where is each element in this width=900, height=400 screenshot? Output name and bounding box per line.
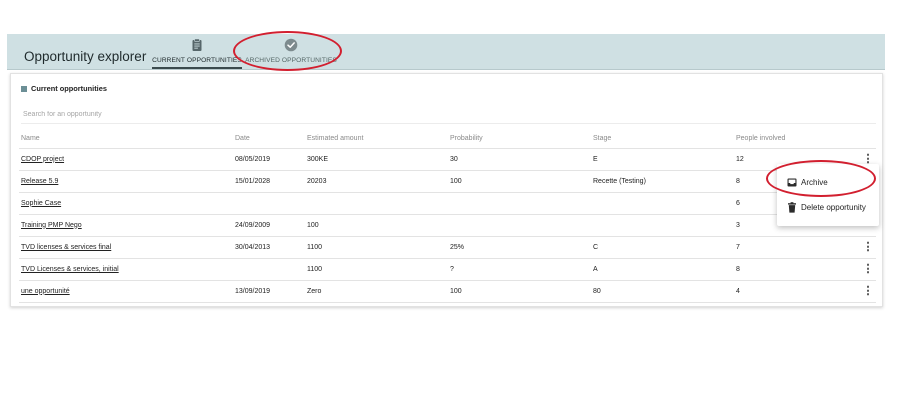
cell-amount: 100 — [305, 214, 448, 237]
cell-amount: 1100 — [305, 236, 448, 259]
menu-item-delete-label: Delete opportunity — [801, 203, 866, 212]
tab-archived-opportunities[interactable]: ARCHIVED OPPORTUNITIES — [244, 38, 338, 69]
cell-probability: 100 — [448, 170, 591, 193]
opportunity-link[interactable]: CDOP project — [21, 156, 64, 163]
trash-icon — [788, 202, 796, 213]
column-header-date[interactable]: Date — [233, 130, 305, 149]
opportunity-link[interactable]: TVD Licenses & services, initial — [21, 266, 119, 273]
cell-amount: Zero — [305, 280, 448, 303]
table-row: TVD Licenses & services, initial 1100 ? … — [19, 258, 876, 281]
context-menu: Archive Delete opportunity — [777, 164, 879, 226]
menu-item-archive-label: Archive — [801, 178, 828, 187]
archive-icon — [787, 178, 797, 187]
cell-amount: 1100 — [305, 258, 448, 281]
table-row: TVD licenses & services final 30/04/2013… — [19, 236, 876, 259]
clipboard-icon — [192, 38, 202, 51]
cell-probability: 30 — [448, 148, 591, 171]
cell-date: 13/09/2019 — [233, 280, 305, 303]
column-header-amount[interactable]: Estimated amount — [305, 130, 448, 149]
table-row: CDOP project 08/05/2019 300KE 30 E 12 ⋮ — [19, 148, 876, 171]
column-header-probability[interactable]: Probability — [448, 130, 591, 149]
column-header-people[interactable]: People involved — [734, 130, 858, 149]
cell-date: 15/01/2028 — [233, 170, 305, 193]
check-circle-icon — [284, 38, 298, 52]
column-header-stage[interactable]: Stage — [591, 130, 734, 149]
opportunity-link[interactable]: Sophie Case — [21, 200, 61, 207]
card-heading: Current opportunities — [21, 84, 107, 93]
opportunity-link[interactable]: TVD licenses & services final — [21, 244, 111, 251]
cell-stage — [591, 192, 734, 215]
card-heading-label: Current opportunities — [31, 84, 107, 93]
cell-probability — [448, 192, 591, 215]
column-header-actions — [858, 130, 876, 149]
cell-probability: 100 — [448, 280, 591, 303]
table-header-row: Name Date Estimated amount Probability S… — [19, 130, 876, 149]
cell-probability: ? — [448, 258, 591, 281]
table-row: Release 5.9 15/01/2028 20203 100 Recette… — [19, 170, 876, 193]
cell-amount: 300KE — [305, 148, 448, 171]
cell-people: 7 — [734, 236, 858, 259]
opportunities-table: Name Date Estimated amount Probability S… — [19, 130, 876, 303]
menu-item-delete-opportunity[interactable]: Delete opportunity — [777, 197, 879, 219]
cell-date — [233, 192, 305, 215]
opportunity-link[interactable]: Training PMP Nego — [21, 222, 82, 229]
square-icon — [21, 85, 27, 92]
opportunities-card: Current opportunities Name Date Estimate… — [10, 73, 883, 307]
tab-current-label: CURRENT OPPORTUNITIES — [152, 57, 242, 64]
page-title: Opportunity explorer — [24, 49, 147, 64]
table-row: une opportunité 13/09/2019 Zero 100 80 4… — [19, 280, 876, 303]
cell-stage: 80 — [591, 280, 734, 303]
cell-probability — [448, 214, 591, 237]
menu-item-archive[interactable]: Archive — [777, 172, 879, 194]
cell-stage — [591, 214, 734, 237]
more-options-icon[interactable]: ⋮ — [858, 258, 876, 281]
cell-date: 30/04/2013 — [233, 236, 305, 259]
cell-date: 24/09/2009 — [233, 214, 305, 237]
cell-people: 4 — [734, 280, 858, 303]
column-header-name[interactable]: Name — [19, 130, 233, 149]
more-options-icon[interactable]: ⋮ — [858, 280, 876, 303]
more-options-icon[interactable]: ⋮ — [858, 236, 876, 259]
cell-amount — [305, 192, 448, 215]
tab-archived-label: ARCHIVED OPPORTUNITIES — [245, 57, 337, 64]
tab-current-opportunities[interactable]: CURRENT OPPORTUNITIES — [152, 38, 242, 69]
cell-stage: Recette (Testing) — [591, 170, 734, 193]
cell-stage: C — [591, 236, 734, 259]
cell-people: 8 — [734, 258, 858, 281]
cell-date: 08/05/2019 — [233, 148, 305, 171]
cell-stage: E — [591, 148, 734, 171]
cell-amount: 20203 — [305, 170, 448, 193]
cell-stage: A — [591, 258, 734, 281]
table-row: Training PMP Nego 24/09/2009 100 3 — [19, 214, 876, 237]
cell-probability: 25% — [448, 236, 591, 259]
opportunity-link[interactable]: Release 5.9 — [21, 178, 58, 185]
table-row: Sophie Case 6 — [19, 192, 876, 215]
cell-date — [233, 258, 305, 281]
search-input[interactable] — [21, 106, 876, 124]
app-header: Opportunity explorer CURRENT OPPORTUNITI… — [7, 34, 885, 70]
opportunity-link[interactable]: une opportunité — [21, 288, 70, 295]
